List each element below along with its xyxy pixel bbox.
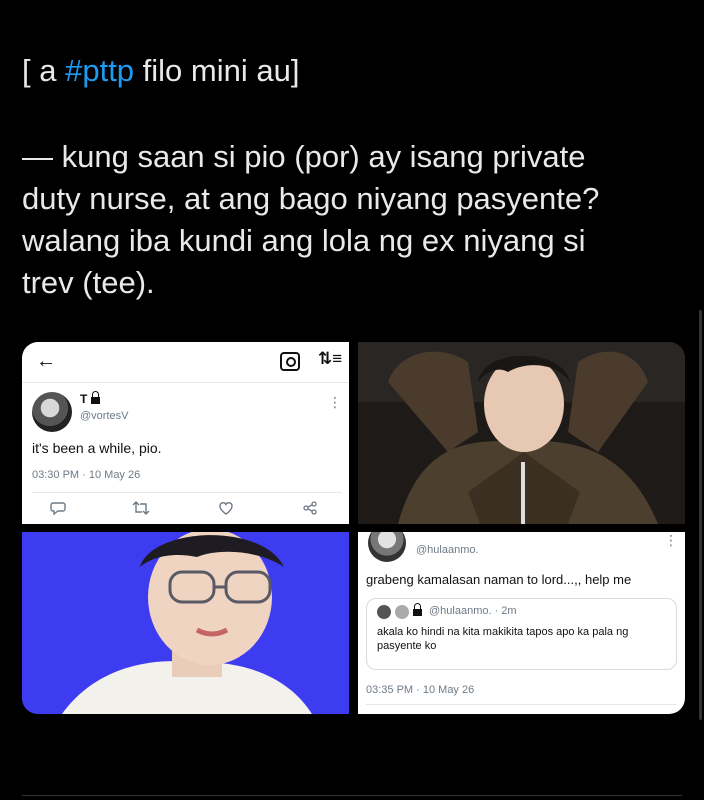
emoji-icon <box>395 605 409 619</box>
tweet-body-line: — kung saan si pio (por) ay isang privat… <box>22 139 586 174</box>
title-close: filo mini au] <box>134 53 300 88</box>
timestamp: 03:30 PM · 10 May 26 <box>32 469 141 481</box>
person-photo-image <box>358 342 685 524</box>
arrow-left-icon: ← <box>36 350 56 372</box>
lock-icon <box>91 391 101 404</box>
more-icon: ⋮ <box>328 394 342 410</box>
title-open: [ a <box>22 53 66 88</box>
avatar <box>377 605 391 619</box>
divider <box>366 704 676 705</box>
tweet-text: [ a #pttp filo mini au] — kung saan si p… <box>22 50 682 304</box>
avatar <box>368 532 406 562</box>
sort-icon: ⇅≡ <box>318 349 343 368</box>
tweet-title-line: [ a #pttp filo mini au] <box>22 50 682 92</box>
more-icon: ⋮ <box>664 532 678 548</box>
lock-icon <box>413 603 422 616</box>
screenshot-topbar: ← ⇅≡ <box>22 342 349 383</box>
reply-text: grabeng kamalasan naman to lord...,, hel… <box>366 572 632 587</box>
divider <box>32 492 342 493</box>
tweet-body-line: walang iba kundi ang lola ng ex niyang s… <box>22 223 586 258</box>
divider <box>22 795 682 796</box>
retweet-icon <box>132 501 150 515</box>
media-tile-photo-2[interactable] <box>22 532 349 714</box>
quote-text: akala ko hindi na kita makikita tapos ap… <box>377 626 629 652</box>
reply-icon <box>50 502 66 516</box>
scrollbar[interactable] <box>699 310 702 720</box>
timestamp: 03:35 PM · 10 May 26 <box>366 684 475 696</box>
user-handle: @hulaanmo. <box>416 544 479 556</box>
media-tile-screenshot-1[interactable]: ← ⇅≡ T @vortesV ⋮ it's been a while, pio… <box>22 342 349 524</box>
quoted-reply: @hulaanmo. · 2m akala ko hindi na kita m… <box>366 598 677 670</box>
quote-handle: @hulaanmo. · 2m <box>429 605 517 617</box>
user-handle: @vortesV <box>80 410 129 422</box>
screenshot-tweet-text: it's been a while, pio. <box>32 440 162 456</box>
media-tile-photo-1[interactable] <box>358 342 685 524</box>
hashtag-link[interactable]: #pttp <box>65 53 134 88</box>
media-grid: ← ⇅≡ T @vortesV ⋮ it's been a while, pio… <box>22 342 685 714</box>
media-tile-screenshot-2[interactable]: @hulaanmo. ⋮ grabeng kamalasan naman to … <box>358 532 685 714</box>
share-icon <box>303 501 317 515</box>
like-icon <box>219 502 233 515</box>
tweet-body-line: trev (tee). <box>22 265 155 300</box>
action-bar <box>22 500 349 524</box>
tweet-body-line: duty nurse, at ang bago niyang pasyente? <box>22 181 600 216</box>
display-name: T <box>80 391 101 406</box>
person-photo-image <box>22 532 349 714</box>
avatar <box>32 392 72 432</box>
camera-icon <box>280 352 300 371</box>
